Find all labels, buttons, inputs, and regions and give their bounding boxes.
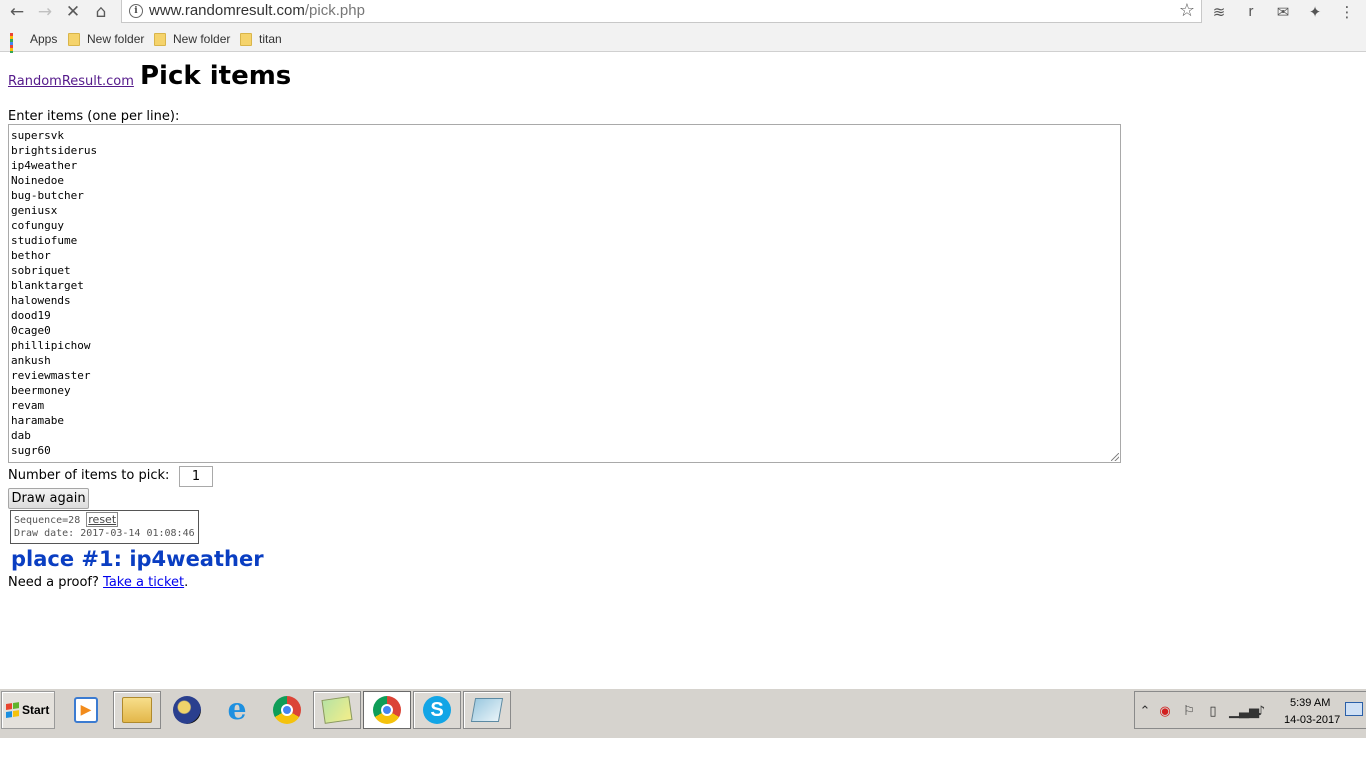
item-line: sugr60: [11, 444, 51, 457]
item-line: dood19: [11, 309, 51, 322]
back-icon[interactable]: ←: [6, 1, 28, 23]
bottom-strip: [0, 738, 1366, 768]
taskbar-chrome-1[interactable]: [263, 691, 311, 729]
item-line: halowends: [11, 294, 71, 307]
folder-icon: [154, 32, 166, 46]
count-label: Number of items to pick:: [8, 468, 170, 483]
resize-grip-icon[interactable]: [1111, 453, 1119, 461]
proof-line: Need a proof? Take a ticket.: [8, 575, 188, 590]
item-line: brightsiderus: [11, 144, 98, 157]
item-line: blanktarget: [11, 279, 84, 292]
chrome-icon: [373, 696, 401, 724]
bookmark-star-icon[interactable]: ☆: [1179, 0, 1195, 22]
sequence-text: Sequence=28: [14, 515, 81, 526]
page-title: Pick items: [140, 61, 292, 91]
item-line: ankush: [11, 354, 51, 367]
page-content: RandomResult.com Pick items Enter items …: [0, 53, 1366, 688]
volume-icon[interactable]: ♪: [1253, 704, 1269, 720]
mail-extension-icon[interactable]: ✉: [1273, 2, 1293, 22]
item-line: ip4weather: [11, 159, 78, 172]
antivirus-icon[interactable]: ◉: [1157, 704, 1173, 720]
draw-date: Draw date: 2017-03-14 01:08:46: [14, 528, 195, 539]
folder-icon: [240, 32, 252, 46]
media-player-icon: ▶: [74, 697, 98, 723]
network-signal-icon[interactable]: ▁▃▅: [1229, 704, 1259, 720]
app-window-icon: [470, 698, 504, 722]
bookmark-new-folder-1[interactable]: New folder: [68, 31, 144, 47]
battery-icon[interactable]: ▯: [1205, 704, 1221, 720]
taskbar-app[interactable]: [463, 691, 511, 729]
file-explorer-icon: [122, 697, 152, 723]
item-line: haramabe: [11, 414, 64, 427]
extension-icon[interactable]: ✦: [1305, 2, 1325, 22]
menu-icon[interactable]: ⋮: [1337, 2, 1357, 22]
internet-explorer-icon: e: [227, 692, 247, 727]
site-home-link[interactable]: RandomResult.com: [8, 74, 134, 89]
folder-icon: [68, 32, 80, 46]
action-center-flag-icon[interactable]: ⚐: [1181, 704, 1197, 720]
item-line: 0cage0: [11, 324, 51, 337]
forward-icon[interactable]: →: [34, 1, 56, 23]
chevron-up-icon[interactable]: ⌃: [1137, 704, 1153, 720]
url-text[interactable]: www.randomresult.com/pick.php: [149, 2, 365, 19]
taskbar-file-explorer[interactable]: [113, 691, 161, 729]
system-tray: ⌃ ◉ ⚐ ▯ ▁▃▅ ♪ 5:39 AM 14-03-2017: [1134, 691, 1366, 729]
take-ticket-link[interactable]: Take a ticket: [103, 575, 184, 590]
reset-link[interactable]: reset: [86, 512, 119, 527]
chrome-icon: [273, 696, 301, 724]
windows-flag-icon: [6, 702, 20, 718]
taskbar-notes[interactable]: [313, 691, 361, 729]
bookmark-new-folder-2[interactable]: New folder: [154, 31, 230, 47]
address-bar[interactable]: i www.randomresult.com/pick.php ☆: [121, 0, 1202, 23]
item-line: beermoney: [11, 384, 71, 397]
taskbar-media-player[interactable]: ▶: [62, 691, 110, 729]
bookmarks-bar: Apps New folder New folder titan: [0, 26, 1366, 60]
apps-grid-icon: [10, 32, 23, 60]
proof-prefix: Need a proof?: [8, 575, 99, 590]
item-line: geniusx: [11, 204, 58, 217]
items-textarea[interactable]: supersvk brightsiderus ip4weather Noinedoe b…: [8, 124, 1121, 463]
stop-loading-icon[interactable]: ✕: [62, 1, 84, 23]
item-line: studiofume: [11, 234, 78, 247]
items-list: supersvk brightsiderus ip4weather Noinedoe b…: [11, 128, 1118, 458]
item-line: dab: [11, 429, 31, 442]
count-input[interactable]: [179, 466, 213, 487]
taskbar-internet-explorer[interactable]: e: [213, 691, 261, 729]
item-line: revam: [11, 399, 45, 412]
items-label: Enter items (one per line):: [8, 109, 180, 124]
media-app-icon: [173, 696, 201, 724]
bookmark-titan[interactable]: titan: [240, 31, 282, 47]
draw-again-button[interactable]: Draw again: [8, 488, 89, 509]
notes-icon: [321, 696, 353, 724]
start-button[interactable]: Start: [1, 691, 55, 729]
taskbar: Start ▶ e S ⌃ ◉ ⚐ ▯ ▁▃▅ ♪ 5:39 AM 14-03-…: [0, 688, 1366, 738]
sequence-box: Sequence=28 reset Draw date: 2017-03-14 …: [10, 510, 199, 544]
item-line: phillipichow: [11, 339, 91, 352]
item-line: supersvk: [11, 129, 64, 142]
item-line: cofunguy: [11, 219, 64, 232]
home-icon[interactable]: ⌂: [90, 1, 112, 23]
item-line: reviewmaster: [11, 369, 91, 382]
show-desktop-icon[interactable]: [1345, 702, 1363, 716]
clock-time[interactable]: 5:39 AM: [1290, 697, 1330, 709]
extension-r-icon[interactable]: r: [1241, 2, 1261, 22]
site-info-icon[interactable]: i: [129, 4, 143, 18]
item-line: sobriquet: [11, 264, 71, 277]
bookmark-apps[interactable]: Apps: [10, 31, 57, 60]
item-line: bethor: [11, 249, 51, 262]
clock-date[interactable]: 14-03-2017: [1284, 714, 1340, 726]
proof-suffix: .: [184, 575, 189, 590]
result-heading: place #1: ip4weather: [11, 547, 264, 571]
layers-extension-icon[interactable]: ≋: [1209, 2, 1229, 22]
item-line: Noinedoe: [11, 174, 64, 187]
taskbar-media-app[interactable]: [163, 691, 211, 729]
item-line: bug-butcher: [11, 189, 84, 202]
browser-toolbar: ← → ✕ ⌂ i www.randomresult.com/pick.php …: [0, 0, 1366, 26]
taskbar-chrome-active[interactable]: [363, 691, 411, 729]
skype-icon: S: [423, 696, 451, 724]
taskbar-skype[interactable]: S: [413, 691, 461, 729]
